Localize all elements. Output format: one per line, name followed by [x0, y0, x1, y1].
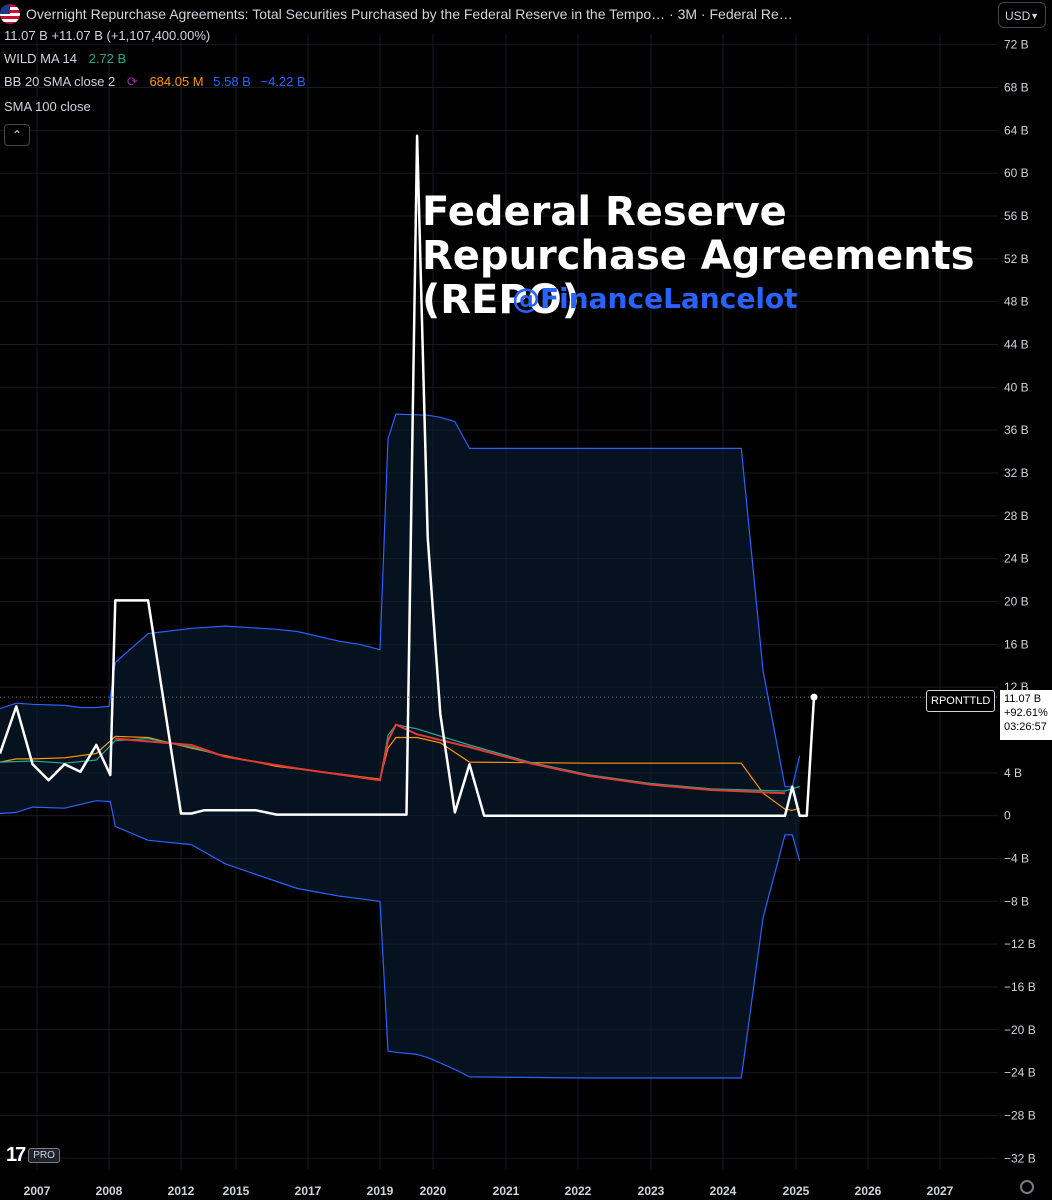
x-tick-label: 2023	[638, 1184, 665, 1198]
x-tick-label: 2026	[855, 1184, 882, 1198]
y-tick-label: 56 B	[1004, 209, 1029, 223]
legend-sma[interactable]: SMA 100 close	[4, 100, 99, 113]
x-tick-label: 2007	[24, 1184, 51, 1198]
chevron-down-icon: ▼	[1030, 11, 1039, 21]
collapse-legend-button[interactable]: ⌃	[4, 124, 30, 146]
bb-upper-value: 5.58 B	[213, 74, 251, 89]
y-tick-label: 20 B	[1004, 595, 1029, 609]
x-tick-label: 2012	[168, 1184, 195, 1198]
y-tick-label: −32 B	[1004, 1151, 1036, 1165]
y-tick-label: 0	[1004, 809, 1011, 823]
currency-select[interactable]: USD ▼	[998, 2, 1046, 28]
symbol-price-label: RPONTTLD	[926, 690, 996, 712]
y-tick-label: 32 B	[1004, 466, 1029, 480]
y-tick-label: 4 B	[1004, 766, 1022, 780]
legend-bollinger[interactable]: BB 20 SMA close 2 ⟳ 684.05 M 5.58 B −4.2…	[4, 75, 306, 88]
y-tick-label: −20 B	[1004, 1023, 1036, 1037]
y-tick-label: 72 B	[1004, 38, 1029, 52]
y-tick-label: −24 B	[1004, 1066, 1036, 1080]
x-tick-label: 2008	[96, 1184, 123, 1198]
cycle-icon: ⟳	[126, 74, 138, 89]
x-tick-label: 2024	[710, 1184, 737, 1198]
bollinger-band-fill	[0, 414, 800, 1079]
y-tick-label: 48 B	[1004, 295, 1029, 309]
y-tick-label: 28 B	[1004, 509, 1029, 523]
bb-name: BB 20 SMA close 2	[4, 74, 116, 89]
x-tick-label: 2022	[565, 1184, 592, 1198]
ohlc-values: 11.07 B +11.07 B (+1,107,400.00%)	[4, 29, 210, 42]
symbol-title[interactable]: Overnight Repurchase Agreements: Total S…	[0, 4, 793, 24]
y-tick-label: 64 B	[1004, 123, 1029, 137]
y-tick-label: −28 B	[1004, 1108, 1036, 1122]
y-tick-label: −8 B	[1004, 894, 1029, 908]
us-flag-icon	[0, 4, 20, 24]
settings-icon[interactable]	[1020, 1180, 1034, 1194]
y-tick-label: −16 B	[1004, 980, 1036, 994]
y-tick-label: 24 B	[1004, 552, 1029, 566]
ohlc-text: 11.07 B +11.07 B (+1,107,400.00%)	[4, 28, 211, 43]
last-point-marker	[810, 693, 818, 701]
tradingview-logo[interactable]: 17 PRO	[6, 1144, 60, 1167]
x-tick-label: 2020	[420, 1184, 447, 1198]
y-tick-label: 16 B	[1004, 637, 1029, 651]
y-tick-label: 52 B	[1004, 252, 1029, 266]
x-tick-label: 2027	[927, 1184, 954, 1198]
wild-ma-name: WILD MA 14	[4, 51, 77, 66]
y-tick-label: −12 B	[1004, 937, 1036, 951]
x-tick-label: 2025	[783, 1184, 810, 1198]
series-title: Overnight Repurchase Agreements: Total S…	[26, 6, 793, 22]
last-price-box: 11.07 B +92.61% 03:26:57	[1000, 690, 1052, 740]
last-price-value: 11.07 B	[1004, 693, 1042, 705]
x-tick-label: 2015	[223, 1184, 250, 1198]
chevron-up-icon: ⌃	[11, 128, 23, 142]
x-tick-label: 2019	[367, 1184, 394, 1198]
tv-logo-mark: 17	[6, 1144, 26, 1166]
wild-ma-value: 2.72 B	[88, 51, 127, 66]
currency-label: USD	[1005, 9, 1031, 23]
y-tick-label: 44 B	[1004, 338, 1029, 352]
y-tick-label: −4 B	[1004, 851, 1029, 865]
sma-name: SMA 100 close	[4, 99, 91, 114]
bar-countdown: 03:26:57	[1004, 721, 1047, 733]
x-tick-label: 2017	[295, 1184, 322, 1198]
bb-lower-value: −4.22 B	[260, 74, 306, 89]
legend-wild-ma[interactable]: WILD MA 14 2.72 B	[4, 52, 126, 65]
y-tick-label: 40 B	[1004, 380, 1029, 394]
y-tick-label: 60 B	[1004, 166, 1029, 180]
bb-basis-value: 684.05 M	[149, 74, 204, 89]
last-price-change: +92.61%	[1004, 707, 1048, 719]
pro-badge: PRO	[28, 1148, 60, 1163]
y-tick-label: 68 B	[1004, 81, 1029, 95]
x-tick-label: 2021	[493, 1184, 520, 1198]
y-tick-label: 36 B	[1004, 423, 1029, 437]
author-handle: @FinanceLancelot	[512, 282, 798, 315]
price-chart[interactable]: 72 B 68 B 64 B 60 B 56 B 52 B 48 B 44 B 40 B 36 B…	[0, 0, 1052, 1200]
